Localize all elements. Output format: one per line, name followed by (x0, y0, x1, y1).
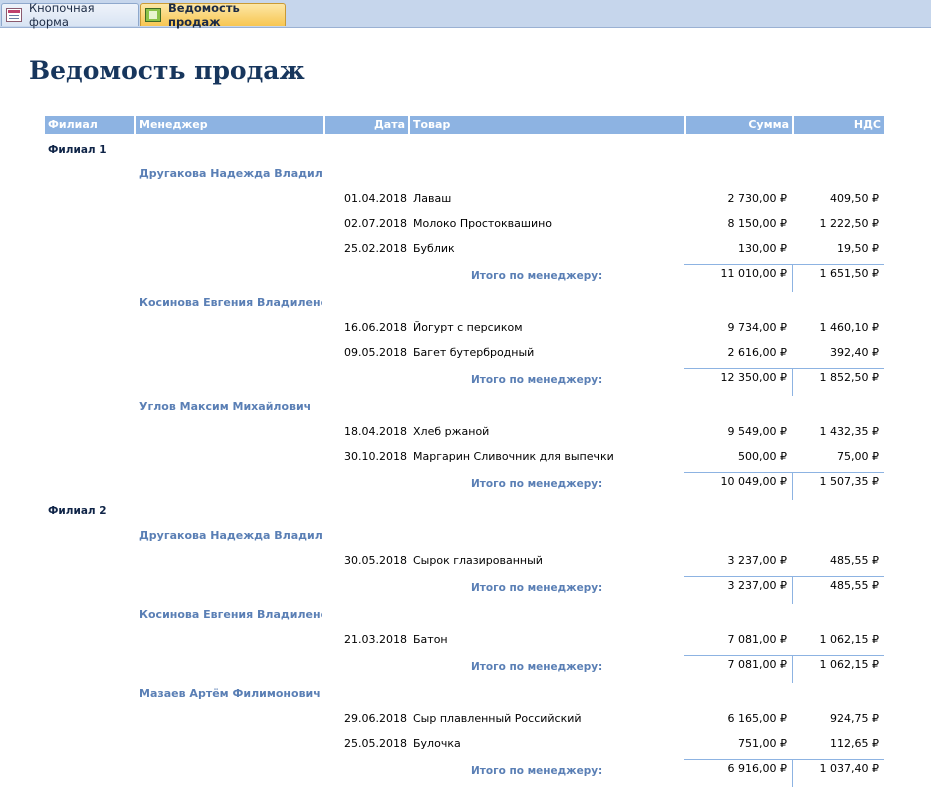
subtotal-divider (684, 759, 884, 760)
subtotal-sum: 7 081,00 ₽ (727, 658, 787, 671)
sale-sum: 6 165,00 ₽ (727, 712, 787, 725)
sale-vat: 924,75 ₽ (830, 712, 879, 725)
sale-vat: 485,55 ₽ (830, 554, 879, 567)
subtotal-label: Итого по менеджеру: (471, 478, 603, 490)
product-name: Хлеб ржаной (413, 425, 490, 438)
column-header-manager: Менеджер (136, 116, 323, 134)
product-name: Маргарин Сливочник для выпечки (413, 450, 614, 463)
product-name: Молоко Простоквашино (413, 217, 553, 230)
sale-date: 25.02.2018 (344, 242, 407, 255)
subtotal-column-divider (792, 655, 793, 683)
sale-vat: 1 062,15 ₽ (819, 633, 879, 646)
sale-vat: 1 432,35 ₽ (819, 425, 879, 438)
subtotal-divider (684, 655, 884, 656)
sale-date: 29.06.2018 (344, 712, 407, 725)
subtotal-column-divider (792, 368, 793, 396)
report-title: Ведомость продаж (29, 56, 305, 85)
manager-name: Косинова Евгения Владиленовна (139, 296, 322, 309)
product-name: Сыр плавленный Российский (413, 712, 582, 725)
subtotal-label: Итого по менеджеру: (471, 765, 603, 777)
column-header-date: Дата (325, 116, 408, 134)
sale-vat: 75,00 ₽ (837, 450, 879, 463)
sale-sum: 9 734,00 ₽ (727, 321, 787, 334)
sale-date: 18.04.2018 (344, 425, 407, 438)
sale-sum: 3 237,00 ₽ (727, 554, 787, 567)
document-tab-bar: Кнопочная форма Ведомость продаж (0, 0, 931, 29)
subtotal-column-divider (792, 264, 793, 292)
subtotal-vat: 1 651,50 ₽ (819, 267, 879, 280)
product-name: Сырок глазированный (413, 554, 543, 567)
subtotal-vat: 1 507,35 ₽ (819, 475, 879, 488)
form-icon (6, 8, 22, 22)
sale-vat: 112,65 ₽ (830, 737, 879, 750)
sale-date: 01.04.2018 (344, 192, 407, 205)
manager-name: Другакова Надежда Владиленовна (139, 167, 322, 180)
subtotal-label: Итого по менеджеру: (471, 661, 603, 673)
subtotal-vat: 1 062,15 ₽ (819, 658, 879, 671)
subtotal-vat: 1 037,40 ₽ (819, 762, 879, 775)
sale-date: 16.06.2018 (344, 321, 407, 334)
subtotal-divider (684, 264, 884, 265)
subtotal-column-divider (792, 472, 793, 500)
tab-sales-report[interactable]: Ведомость продаж (140, 1, 286, 29)
sale-sum: 9 549,00 ₽ (727, 425, 787, 438)
sale-date: 30.10.2018 (344, 450, 407, 463)
subtotal-label: Итого по менеджеру: (471, 270, 603, 282)
column-header-vat: НДС (794, 116, 884, 134)
sale-vat: 19,50 ₽ (837, 242, 879, 255)
sale-date: 30.05.2018 (344, 554, 407, 567)
manager-name: Мазаев Артём Филимонович (139, 687, 321, 700)
sale-date: 21.03.2018 (344, 633, 407, 646)
subtotal-vat: 1 852,50 ₽ (819, 371, 879, 384)
subtotal-sum: 12 350,00 ₽ (720, 371, 787, 384)
sale-sum: 7 081,00 ₽ (727, 633, 787, 646)
product-name: Багет бутербродный (413, 346, 535, 359)
branch-name: Филиал 1 (48, 144, 107, 156)
subtotal-sum: 3 237,00 ₽ (727, 579, 787, 592)
column-header-branch: Филиал (45, 116, 134, 134)
subtotal-divider (684, 472, 884, 473)
product-name: Батон (413, 633, 448, 646)
sale-date: 02.07.2018 (344, 217, 407, 230)
column-header-sum: Сумма (686, 116, 792, 134)
subtotal-sum: 10 049,00 ₽ (720, 475, 787, 488)
subtotal-divider (684, 576, 884, 577)
manager-name: Углов Максим Михайлович (139, 400, 312, 413)
sale-vat: 392,40 ₽ (830, 346, 879, 359)
product-name: Булочка (413, 737, 461, 750)
manager-name: Косинова Евгения Владиленовна (139, 608, 322, 621)
subtotal-label: Итого по менеджеру: (471, 582, 603, 594)
product-name: Лаваш (413, 192, 452, 205)
sale-sum: 2 616,00 ₽ (727, 346, 787, 359)
sale-sum: 8 150,00 ₽ (727, 217, 787, 230)
sale-vat: 409,50 ₽ (830, 192, 879, 205)
column-header-product: Товар (410, 116, 684, 134)
subtotal-label: Итого по менеджеру: (471, 374, 603, 386)
branch-name: Филиал 2 (48, 505, 107, 517)
sale-sum: 500,00 ₽ (738, 450, 787, 463)
sale-vat: 1 460,10 ₽ (819, 321, 879, 334)
product-name: Йогурт с персиком (413, 321, 523, 334)
sale-date: 25.05.2018 (344, 737, 407, 750)
subtotal-column-divider (792, 576, 793, 604)
sale-vat: 1 222,50 ₽ (819, 217, 879, 230)
tab-label: Ведомость продаж (168, 1, 240, 29)
subtotal-sum: 11 010,00 ₽ (720, 267, 787, 280)
sale-sum: 751,00 ₽ (738, 737, 787, 750)
manager-name: Другакова Надежда Владиленовна (139, 529, 322, 542)
sale-sum: 2 730,00 ₽ (727, 192, 787, 205)
subtotal-column-divider (792, 759, 793, 787)
subtotal-sum: 6 916,00 ₽ (727, 762, 787, 775)
sale-date: 09.05.2018 (344, 346, 407, 359)
subtotal-vat: 485,55 ₽ (830, 579, 879, 592)
tab-switchboard-form[interactable]: Кнопочная форма (1, 1, 139, 29)
report-icon (145, 8, 161, 22)
tab-label: Кнопочная форма (29, 1, 95, 29)
product-name: Бублик (413, 242, 455, 255)
subtotal-divider (684, 368, 884, 369)
sale-sum: 130,00 ₽ (738, 242, 787, 255)
